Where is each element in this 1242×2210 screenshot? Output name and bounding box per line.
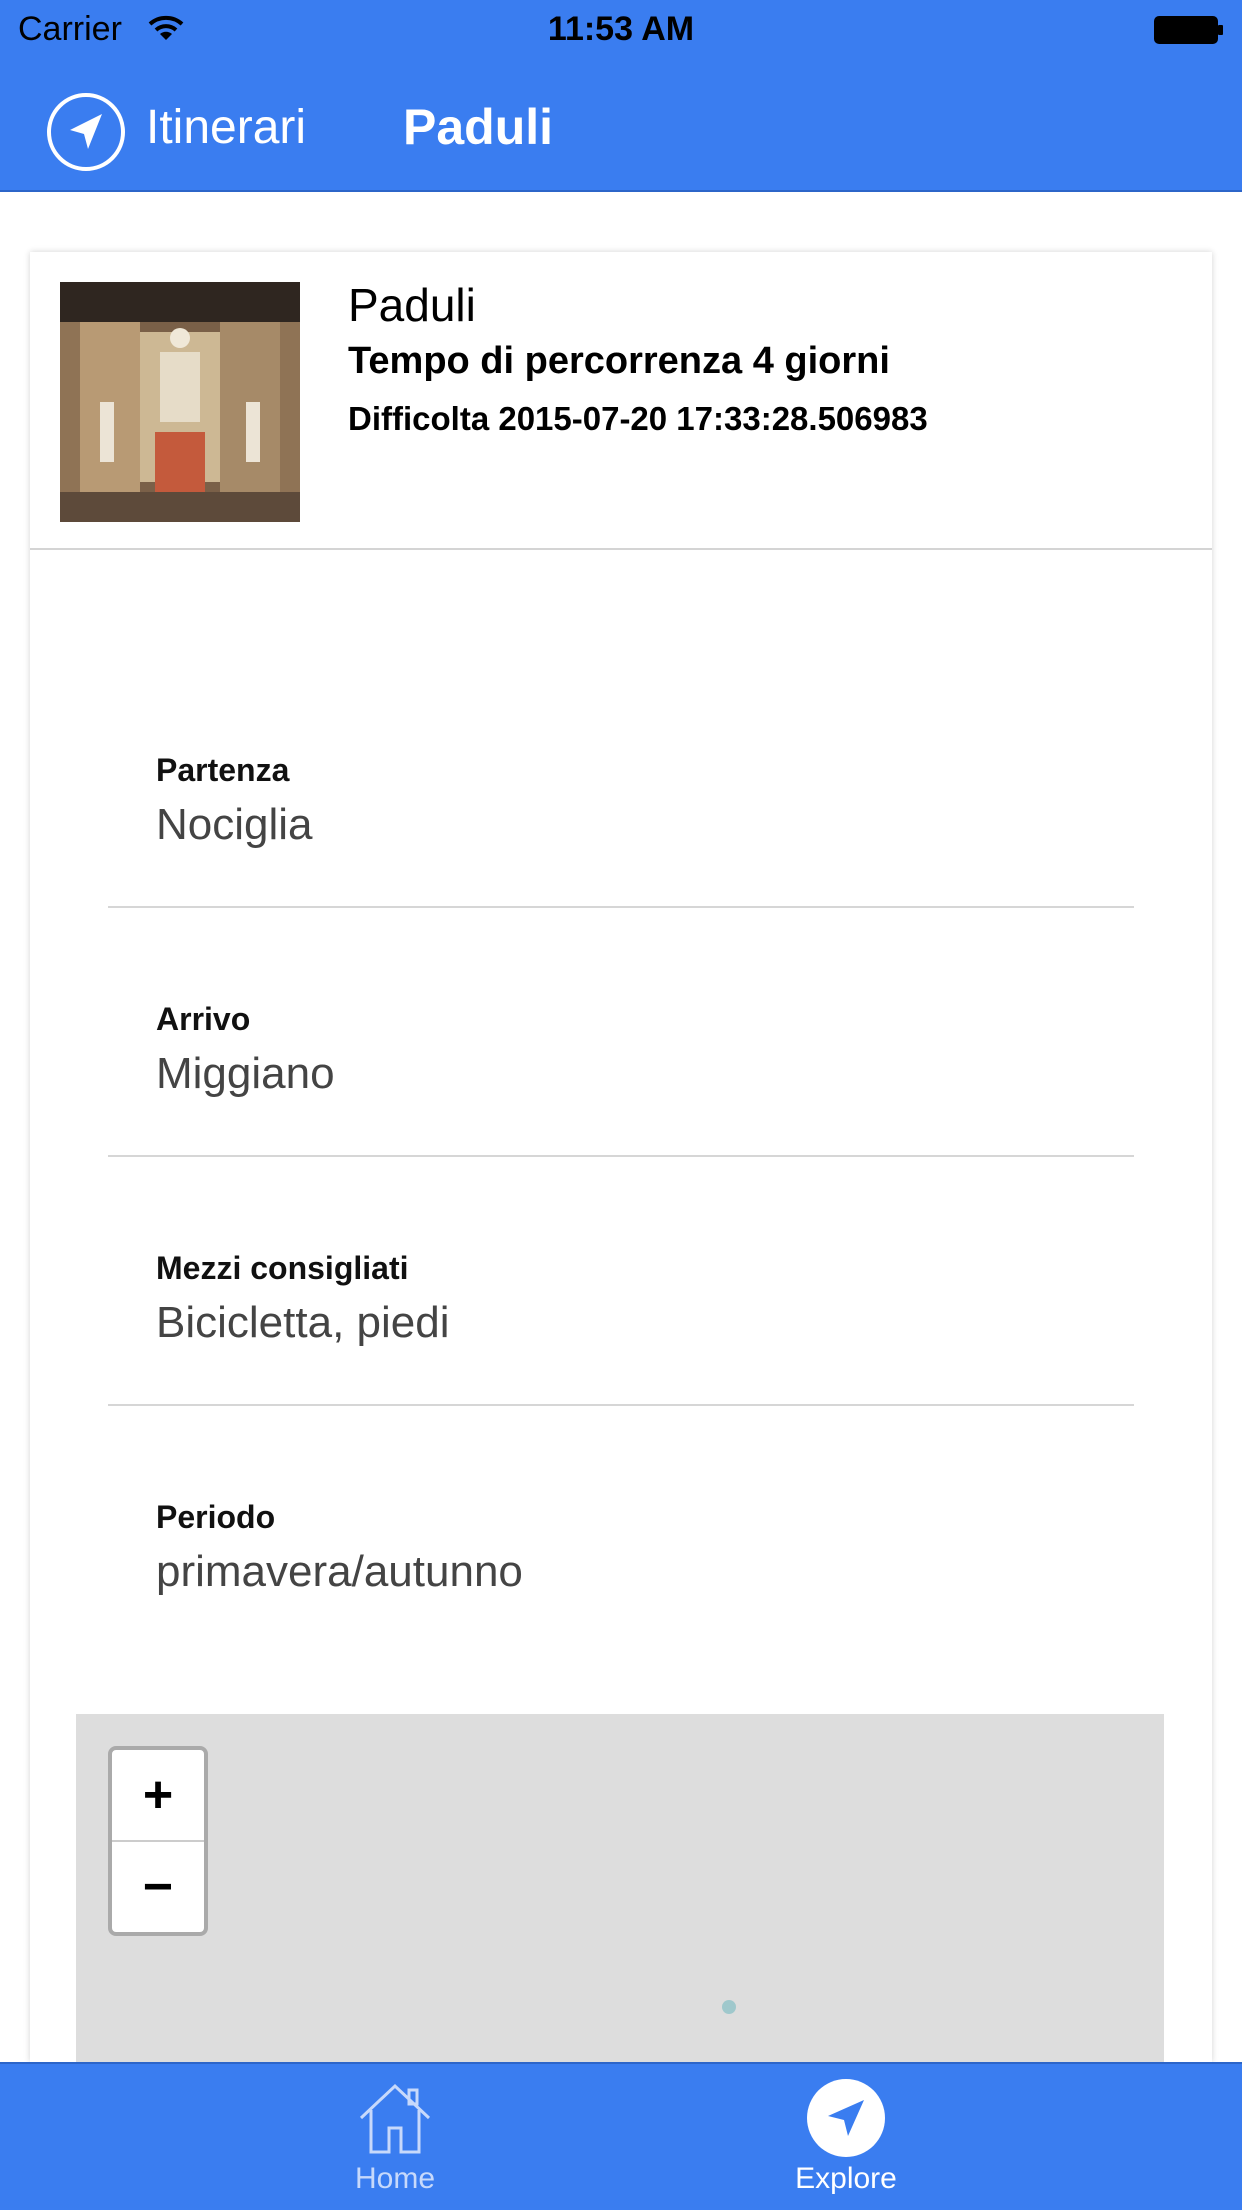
field-periodo: Periodo primavera/autunno	[108, 1499, 1134, 1619]
itinerary-header: Paduli Tempo di percorrenza 4 giorni Dif…	[30, 252, 1212, 550]
itinerary-difficulty: Difficolta 2015-07-20 17:33:28.506983	[348, 400, 928, 437]
home-icon	[355, 2078, 435, 2158]
field-label: Partenza	[156, 752, 290, 788]
status-time: 11:53 AM	[547, 10, 695, 48]
field-mezzi-consigliati: Mezzi consigliati Bicicletta, piedi	[108, 1250, 1134, 1410]
itinerary-card: Paduli Tempo di percorrenza 4 giorni Dif…	[30, 252, 1212, 2062]
divider	[108, 1155, 1134, 1157]
divider	[108, 1404, 1134, 1406]
navigation-arrow-icon[interactable]	[46, 92, 126, 172]
tab-bar: Home Explore	[0, 2062, 1242, 2210]
zoom-control: + −	[108, 1746, 208, 1936]
map-marker[interactable]	[722, 2000, 736, 2014]
page-title: Paduli	[403, 99, 554, 155]
field-value: Nociglia	[156, 800, 313, 849]
zoom-in-button[interactable]: +	[112, 1750, 204, 1842]
status-bar: Carrier 11:53 AM	[0, 0, 1242, 62]
zoom-out-button[interactable]: −	[112, 1842, 204, 1932]
map-view[interactable]: + −	[76, 1714, 1164, 2062]
tab-label: Explore	[795, 2162, 897, 2195]
navigation-arrow-icon	[806, 2078, 886, 2158]
battery-icon	[1154, 16, 1224, 49]
divider	[108, 906, 1134, 908]
tab-home[interactable]: Home	[245, 2064, 545, 2210]
itinerary-thumbnail	[60, 282, 300, 522]
back-button[interactable]: Itinerari	[146, 100, 306, 155]
field-label: Arrivo	[156, 1001, 251, 1037]
field-label: Periodo	[156, 1499, 276, 1535]
field-arrivo: Arrivo Miggiano	[108, 1001, 1134, 1161]
itinerary-title: Paduli	[348, 279, 476, 331]
field-label: Mezzi consigliati	[156, 1250, 409, 1286]
field-value: primavera/autunno	[156, 1547, 523, 1596]
field-value: Bicicletta, piedi	[156, 1298, 450, 1347]
tab-label: Home	[354, 2162, 436, 2195]
tab-explore[interactable]: Explore	[696, 2064, 996, 2210]
field-partenza: Partenza Nociglia	[108, 752, 1134, 912]
field-value: Miggiano	[156, 1049, 335, 1098]
navigation-bar: Itinerari Paduli	[0, 62, 1242, 192]
itinerary-duration: Tempo di percorrenza 4 giorni	[348, 340, 890, 382]
